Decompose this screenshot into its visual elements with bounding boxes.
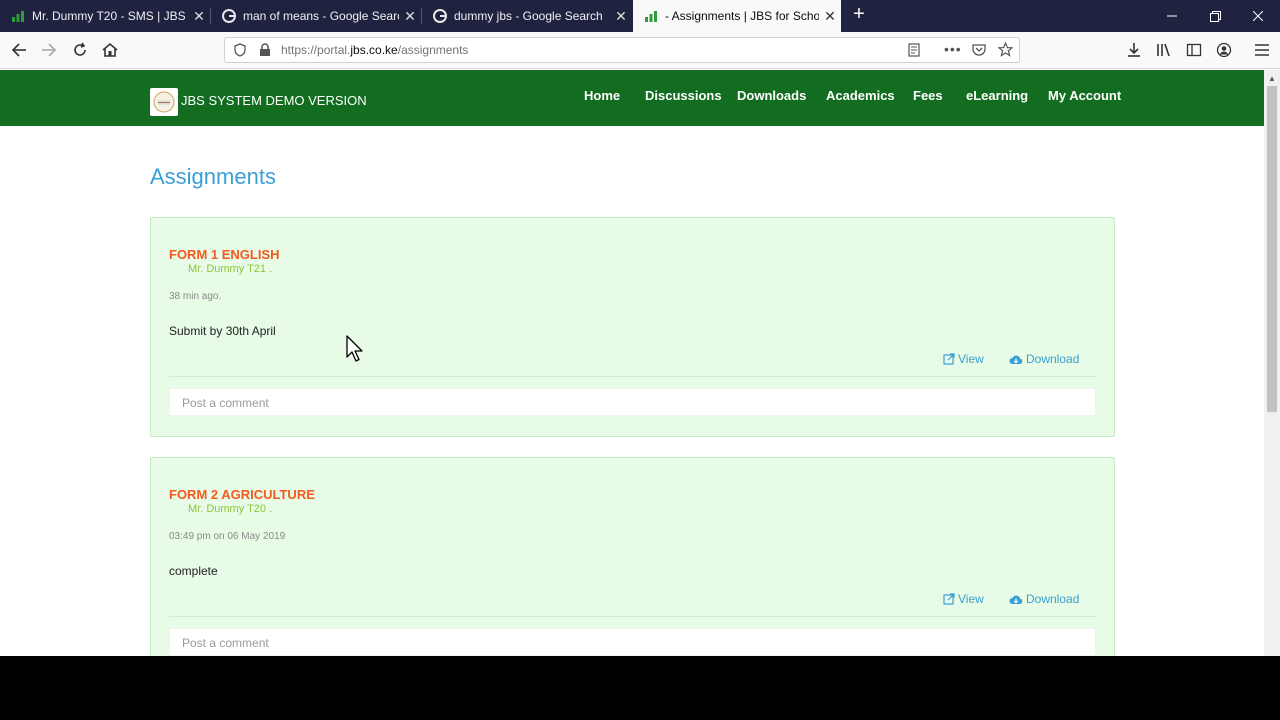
tab-title: man of means - Google Search xyxy=(243,9,399,23)
reload-icon[interactable] xyxy=(67,38,93,62)
assignment-subject: FORM 2 AGRICULTURE xyxy=(169,487,315,502)
url-text[interactable]: https://portal.jbs.co.ke/assignments xyxy=(281,43,468,57)
vertical-scrollbar[interactable]: ▲ xyxy=(1264,70,1280,656)
library-icon[interactable] xyxy=(1151,38,1177,62)
mouse-cursor-icon xyxy=(346,335,364,368)
home-icon[interactable] xyxy=(97,38,123,62)
view-label: View xyxy=(958,592,984,606)
assignment-time: 38 min ago. xyxy=(169,291,222,302)
view-link[interactable]: View xyxy=(943,352,984,366)
view-link[interactable]: View xyxy=(943,592,984,606)
navigation-toolbar: https://portal.jbs.co.ke/assignments ••• xyxy=(0,32,1280,69)
new-tab-icon[interactable]: + xyxy=(848,4,870,26)
url-prefix: https://portal. xyxy=(281,43,351,57)
school-logo-icon[interactable] xyxy=(150,88,178,116)
nav-fees[interactable]: Fees xyxy=(913,88,943,103)
url-bar[interactable]: https://portal.jbs.co.ke/assignments ••• xyxy=(224,37,1020,63)
assignment-description: complete xyxy=(169,564,218,578)
download-label: Download xyxy=(1026,352,1080,366)
download-label: Download xyxy=(1026,592,1080,606)
close-tab-icon[interactable]: ✕ xyxy=(819,8,841,25)
divider xyxy=(169,616,1096,617)
forward-icon[interactable] xyxy=(36,38,62,62)
bars-favicon-icon xyxy=(10,8,26,24)
nav-academics[interactable]: Academics xyxy=(826,88,895,103)
assignment-teacher[interactable]: Mr. Dummy T20 . xyxy=(188,503,272,515)
hamburger-menu-icon[interactable] xyxy=(1249,38,1275,62)
tab-google-search-1[interactable]: man of means - Google Search ✕ xyxy=(211,0,421,32)
lock-icon[interactable] xyxy=(259,43,271,62)
cloud-download-icon xyxy=(1009,355,1023,364)
minimize-icon[interactable] xyxy=(1150,0,1194,32)
url-domain: jbs.co.ke xyxy=(350,43,398,57)
download-arrow-icon[interactable] xyxy=(1121,38,1147,62)
site-title[interactable]: JBS SYSTEM DEMO VERSION xyxy=(181,93,367,108)
assignment-teacher[interactable]: Mr. Dummy T21 . xyxy=(188,263,272,275)
assignment-card: FORM 2 AGRICULTURE Mr. Dummy T20 . 03:49… xyxy=(150,457,1115,656)
external-link-icon xyxy=(943,353,955,365)
tab-assignments[interactable]: - Assignments | JBS for Schools ✕ xyxy=(633,0,841,32)
restore-icon[interactable] xyxy=(1193,0,1237,32)
google-favicon-icon xyxy=(221,8,237,24)
close-tab-icon[interactable]: ✕ xyxy=(610,8,632,25)
tab-title: dummy jbs - Google Search xyxy=(454,9,603,23)
nav-downloads[interactable]: Downloads xyxy=(737,88,806,103)
tab-title: - Assignments | JBS for Schools xyxy=(665,9,819,23)
comment-input[interactable]: Post a comment xyxy=(169,628,1096,656)
close-tab-icon[interactable]: ✕ xyxy=(188,8,210,25)
shield-icon[interactable] xyxy=(233,43,247,62)
close-window-icon[interactable] xyxy=(1236,0,1280,32)
tab-title: Mr. Dummy T20 - SMS | JBS for xyxy=(32,9,188,23)
nav-home[interactable]: Home xyxy=(584,88,620,103)
pocket-icon[interactable] xyxy=(972,43,986,62)
site-header: JBS SYSTEM DEMO VERSION Home Discussions… xyxy=(0,70,1264,126)
cloud-download-icon xyxy=(1009,595,1023,604)
comment-input[interactable]: Post a comment xyxy=(169,388,1096,416)
google-favicon-icon xyxy=(432,8,448,24)
bars-favicon-icon xyxy=(643,8,659,24)
page-actions-icon[interactable]: ••• xyxy=(944,41,962,57)
nav-my-account[interactable]: My Account xyxy=(1048,88,1121,103)
scroll-up-icon[interactable]: ▲ xyxy=(1268,74,1276,83)
download-link[interactable]: Download xyxy=(1009,352,1079,366)
reader-view-icon[interactable] xyxy=(907,43,921,62)
divider xyxy=(169,376,1096,377)
tab-strip: Mr. Dummy T20 - SMS | JBS for ✕ man of m… xyxy=(0,0,1280,32)
back-icon[interactable] xyxy=(6,38,32,62)
account-icon[interactable] xyxy=(1211,38,1237,62)
close-tab-icon[interactable]: ✕ xyxy=(399,8,421,25)
assignment-card: FORM 1 ENGLISH Mr. Dummy T21 . 38 min ag… xyxy=(150,217,1115,437)
nav-discussions[interactable]: Discussions xyxy=(645,88,722,103)
assignment-time: 03:49 pm on 06 May 2019 xyxy=(169,531,286,542)
browser-window: Mr. Dummy T20 - SMS | JBS for ✕ man of m… xyxy=(0,0,1280,656)
download-link[interactable]: Download xyxy=(1009,592,1079,606)
view-label: View xyxy=(958,352,984,366)
page-content: JBS SYSTEM DEMO VERSION Home Discussions… xyxy=(0,70,1264,656)
sidebar-icon[interactable] xyxy=(1181,38,1207,62)
page-title: Assignments xyxy=(150,164,276,189)
external-link-icon xyxy=(943,593,955,605)
bookmark-star-icon[interactable] xyxy=(997,41,1014,62)
tab-sms[interactable]: Mr. Dummy T20 - SMS | JBS for ✕ xyxy=(0,0,210,32)
scrollbar-thumb[interactable] xyxy=(1267,86,1277,412)
nav-elearning[interactable]: eLearning xyxy=(966,88,1028,103)
assignment-description: Submit by 30th April xyxy=(169,324,276,338)
assignment-subject: FORM 1 ENGLISH xyxy=(169,247,280,262)
tab-google-search-2[interactable]: dummy jbs - Google Search ✕ xyxy=(422,0,632,32)
url-path: /assignments xyxy=(397,43,469,57)
